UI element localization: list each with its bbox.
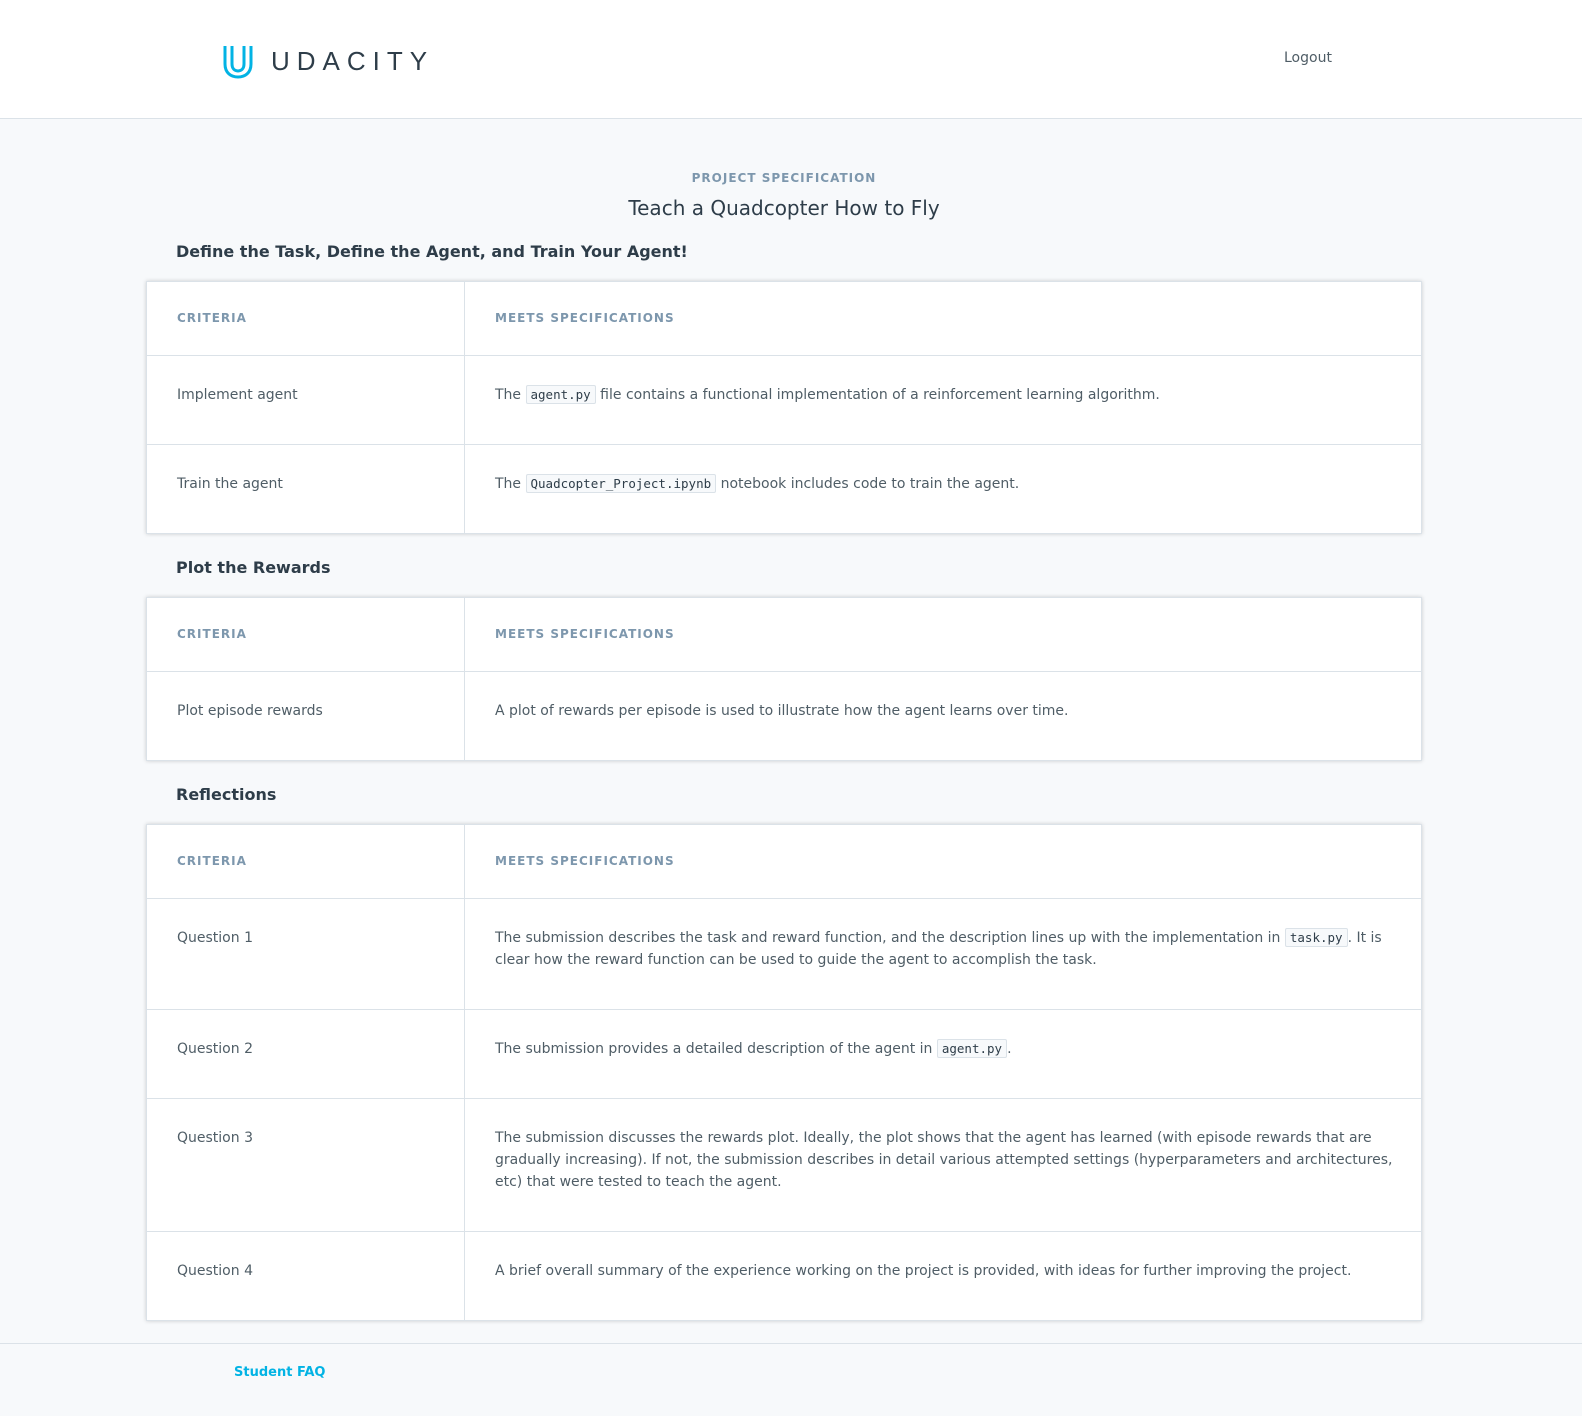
- meets-header: MEETS SPECIFICATIONS: [495, 854, 675, 868]
- criteria-cell: Question 3: [147, 1099, 465, 1231]
- spec-cell: A brief overall summary of the experienc…: [495, 1263, 1352, 1279]
- criteria-cell: Question 2: [147, 1010, 465, 1098]
- spec-cell: The submission provides a detailed descr…: [495, 1039, 1012, 1058]
- table-header-row: CRITERIA MEETS SPECIFICATIONS: [147, 282, 1421, 355]
- table-row: Question 2 The submission provides a det…: [147, 1009, 1421, 1098]
- table-row: Question 3 The submission discusses the …: [147, 1098, 1421, 1231]
- criteria-cell: Implement agent: [147, 356, 465, 444]
- page-footer: Student FAQ: [0, 1343, 1582, 1416]
- code-snippet: agent.py: [936, 1039, 1008, 1058]
- student-faq-link[interactable]: Student FAQ: [234, 1365, 325, 1380]
- criteria-header: CRITERIA: [147, 598, 465, 671]
- code-snippet: agent.py: [525, 385, 596, 404]
- criteria-header: CRITERIA: [147, 282, 465, 355]
- criteria-header: CRITERIA: [147, 825, 465, 898]
- criteria-cell: Question 1: [147, 899, 465, 1009]
- table-header-row: CRITERIA MEETS SPECIFICATIONS: [147, 598, 1421, 671]
- logo-text: UDACITY: [271, 45, 435, 76]
- rubric-table: CRITERIA MEETS SPECIFICATIONS Question 1…: [146, 824, 1422, 1321]
- section-title: Plot the Rewards: [176, 558, 331, 577]
- meets-header: MEETS SPECIFICATIONS: [495, 311, 675, 325]
- spec-cell: The submission describes the task and re…: [495, 928, 1382, 968]
- table-row: Plot episode rewards A plot of rewards p…: [147, 671, 1421, 760]
- spec-cell: The submission discusses the rewards plo…: [495, 1130, 1393, 1190]
- spec-cell: The agent.py file contains a functional …: [495, 385, 1160, 404]
- spec-cell: The Quadcopter_Project.ipynb notebook in…: [495, 474, 1020, 493]
- criteria-cell: Plot episode rewards: [147, 672, 465, 760]
- spec-label: PROJECT SPECIFICATION: [691, 171, 877, 185]
- table-row: Implement agent The agent.py file contai…: [147, 355, 1421, 444]
- logout-link[interactable]: Logout: [1284, 50, 1332, 66]
- section-title: Reflections: [176, 785, 277, 804]
- udacity-logo[interactable]: UDACITY: [219, 42, 434, 80]
- meets-header: MEETS SPECIFICATIONS: [495, 627, 675, 641]
- table-row: Train the agent The Quadcopter_Project.i…: [147, 444, 1421, 533]
- code-snippet: Quadcopter_Project.ipynb: [525, 474, 717, 493]
- spec-cell: A plot of rewards per episode is used to…: [495, 703, 1069, 719]
- top-header: UDACITY Logout: [0, 0, 1582, 119]
- table-row: Question 4 A brief overall summary of th…: [147, 1231, 1421, 1320]
- code-snippet: task.py: [1284, 928, 1348, 947]
- page-title: Teach a Quadcopter How to Fly: [628, 196, 940, 220]
- table-header-row: CRITERIA MEETS SPECIFICATIONS: [147, 825, 1421, 898]
- criteria-cell: Train the agent: [147, 445, 465, 533]
- table-row: Question 1 The submission describes the …: [147, 898, 1421, 1009]
- rubric-table: CRITERIA MEETS SPECIFICATIONS Implement …: [146, 281, 1422, 534]
- udacity-logo-icon: [223, 46, 253, 79]
- criteria-cell: Question 4: [147, 1232, 465, 1320]
- rubric-table: CRITERIA MEETS SPECIFICATIONS Plot episo…: [146, 597, 1422, 761]
- section-title: Define the Task, Define the Agent, and T…: [176, 242, 688, 261]
